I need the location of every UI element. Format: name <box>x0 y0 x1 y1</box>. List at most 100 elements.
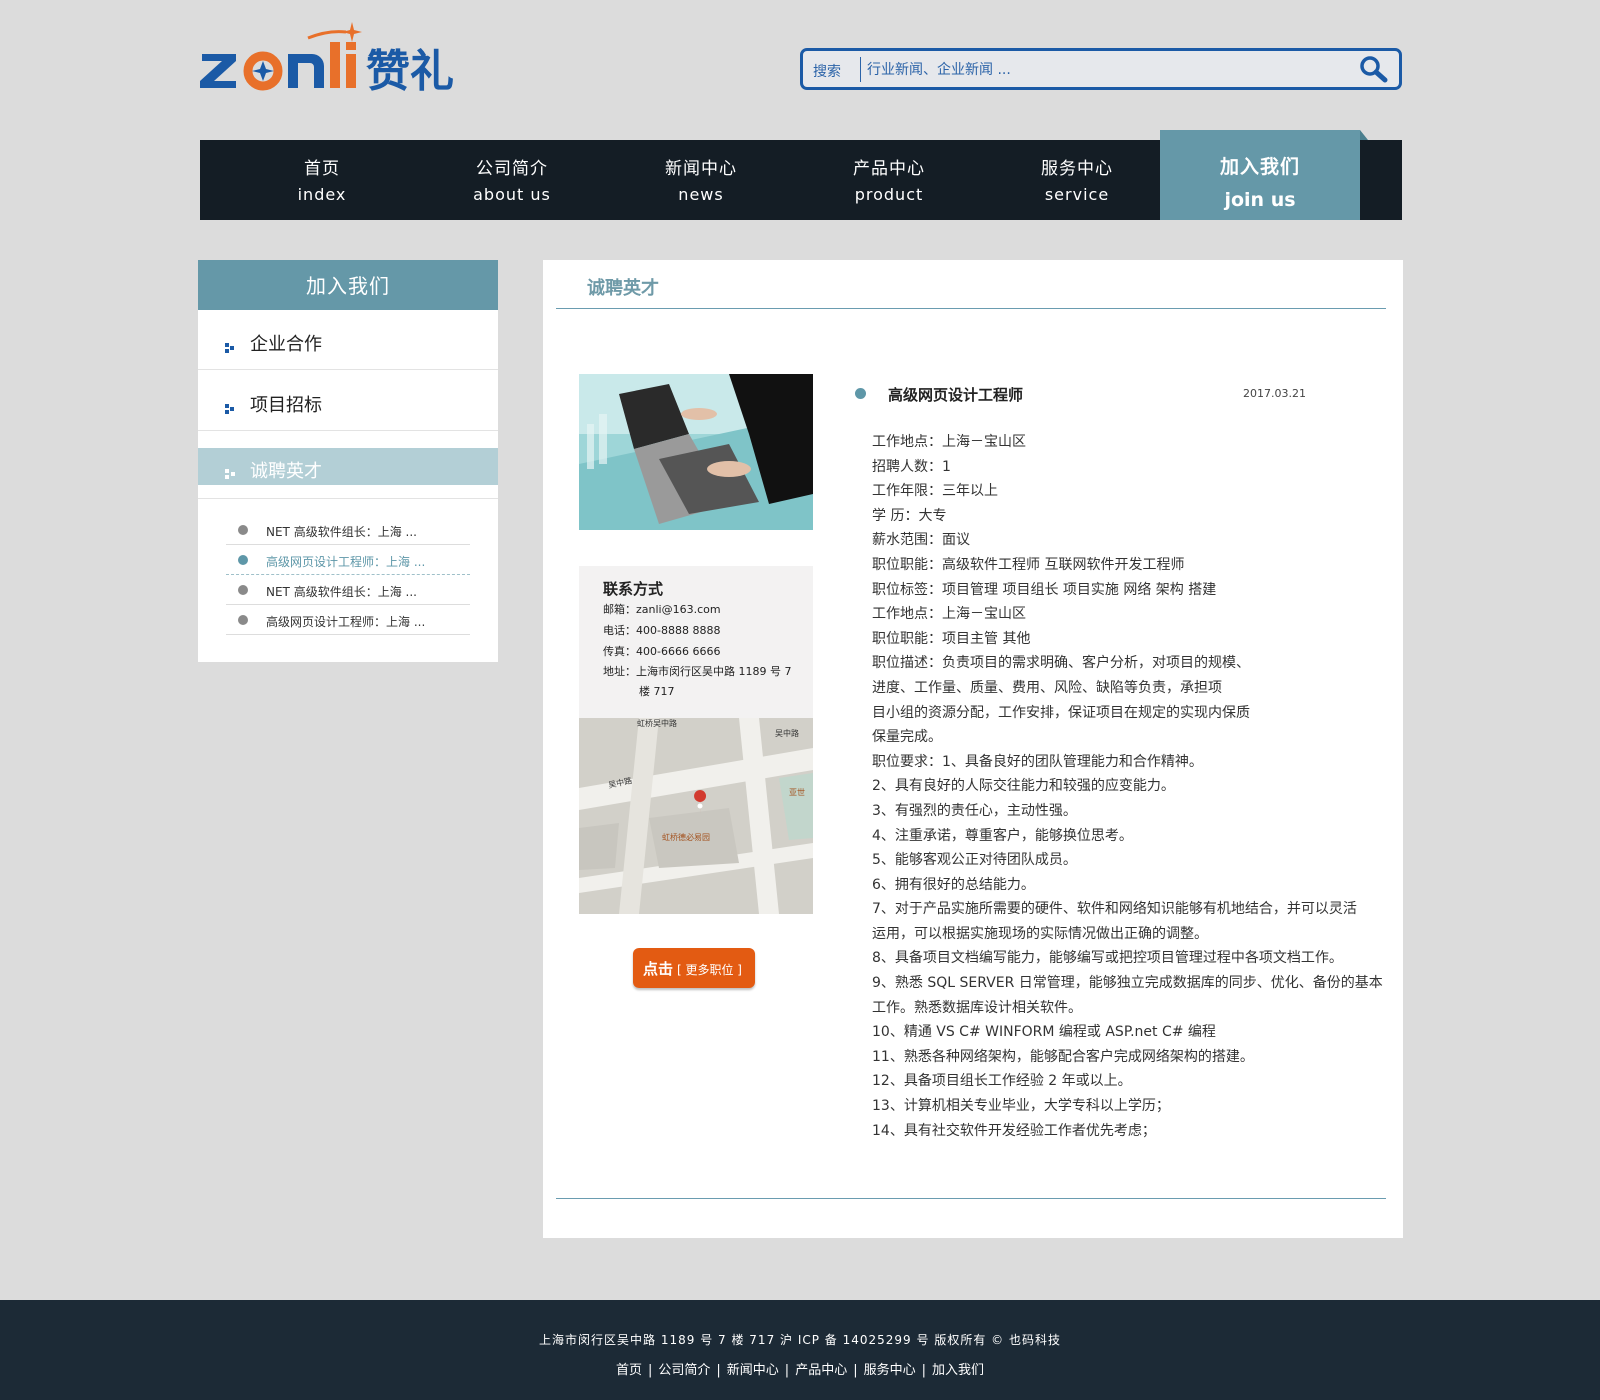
location-map[interactable]: 虹桥吴中路 吴中路 吴中路 虹桥德必易园 亚世 <box>579 718 813 914</box>
job-line: 职位职能：项目主管 其他 <box>872 630 1031 647</box>
nav-label-en: index <box>297 185 347 204</box>
job-line: 职位描述：负责项目的需求明确、客户分析，对项目的规模、 <box>872 655 1250 672</box>
job-line: 保量完成。 <box>872 729 942 746</box>
contact-email: 邮箱：zanli@163.com <box>603 603 721 616</box>
nav-label-en: service <box>1044 185 1110 204</box>
contact-address-line1: 地址：上海市闵行区吴中路 1189 号 7 <box>603 665 792 678</box>
job-list: NET 高级软件组长：上海 ... 高级网页设计工程师：上海 ... NET 高… <box>226 515 470 635</box>
job-line: 工作地点：上海－宝山区 <box>872 606 1026 623</box>
nav-active-corner <box>1360 130 1368 140</box>
job-line: 12、具备项目组长工作经验 2 年或以上。 <box>872 1073 1132 1090</box>
map-label-road-right: 吴中路 <box>775 728 799 738</box>
nav-item-product[interactable]: 产品中心 product <box>794 140 984 220</box>
job-description: 工作地点：上海－宝山区 招聘人数：1 工作年限：三年以上 学 历：大专 薪水范围… <box>872 430 1383 1143</box>
nav-label-cn: 首页 <box>304 159 340 179</box>
dot-icon <box>238 585 248 595</box>
job-line: 14、具有社交软件开发经验工作者优先考虑； <box>872 1122 1156 1139</box>
search-input[interactable] <box>867 57 1337 82</box>
nav-item-join-us[interactable]: 加入我们 join us <box>1160 130 1368 220</box>
job-link: 高级网页设计工程师：上海 ... <box>266 615 426 629</box>
sidebar: 加入我们 企业合作 项目招标 诚聘英才 NET 高级软件组长：上海 ... 高级… <box>198 260 498 662</box>
logo-text-cn: 赞礼 <box>366 46 454 92</box>
search-icon[interactable] <box>1357 54 1391 84</box>
footer-link-service[interactable]: 服务中心 <box>858 1363 922 1378</box>
footer-link-index[interactable]: 首页 <box>610 1363 648 1378</box>
nav-label-cn: 加入我们 <box>1219 156 1300 178</box>
job-date: 2017.03.21 <box>1243 387 1306 400</box>
nav-item-index[interactable]: 首页 index <box>227 140 417 220</box>
job-line: 10、精通 VS C# WINFORM 编程或 ASP.net C# 编程 <box>872 1024 1216 1041</box>
sidebar-item-cooperation[interactable]: 企业合作 <box>198 310 498 370</box>
job-line: 9、熟悉 SQL SERVER 日常管理，能够独立完成数据库的同步、优化、备份的… <box>872 975 1383 992</box>
sidebar-item-tender[interactable]: 项目招标 <box>198 371 498 431</box>
job-link: NET 高级软件组长：上海 ... <box>266 525 417 539</box>
list-item[interactable]: NET 高级软件组长：上海 ... <box>226 575 470 605</box>
sidebar-item-label: 诚聘英才 <box>250 461 322 482</box>
bullet-icon <box>225 338 235 353</box>
nav-label-cn: 服务中心 <box>1041 159 1113 179</box>
job-line: 6、拥有很好的总结能力。 <box>872 876 1035 893</box>
contact-title: 联系方式 <box>603 580 664 598</box>
page-title: 诚聘英才 <box>587 278 659 299</box>
dot-icon <box>238 615 248 625</box>
search-label: 搜索 <box>813 64 841 80</box>
job-title: 高级网页设计工程师 <box>888 386 1024 404</box>
contact-address: 地址：上海市闵行区吴中路 1189 号 7 楼 717 <box>603 662 803 702</box>
footer-link-about[interactable]: 公司简介 <box>652 1363 716 1378</box>
search-box: 搜索 <box>800 48 1402 90</box>
job-line: 目小组的资源分配，工作安排，保证项目在规定的实现内保质 <box>872 704 1250 721</box>
contact-fax: 传真：400-6666 6666 <box>603 645 721 658</box>
nav-label-en: product <box>854 185 924 204</box>
job-line: 运用，可以根据实施现场的实际情况做出正确的调整。 <box>872 925 1208 942</box>
job-line: 职位要求：1、具备良好的团队管理能力和合作精神。 <box>872 753 1203 770</box>
main-panel: 诚聘英才 联系方式 邮箱：zanli@163.com 电话：400-8888 8… <box>543 260 1403 1238</box>
footer-links: 首页 | 公司简介 | 新闻中心 | 产品中心 | 服务中心 | 加入我们 <box>0 1359 1600 1378</box>
job-line: 7、对于产品实施所需要的硬件、软件和网络知识能够有机地结合，并可以灵活 <box>872 901 1357 918</box>
divider <box>198 498 498 499</box>
nav-item-about[interactable]: 公司简介 about us <box>417 140 607 220</box>
list-item[interactable]: 高级网页设计工程师：上海 ... <box>226 605 470 635</box>
separator: | <box>853 1363 858 1378</box>
more-jobs-sub: [ 更多职位 ] <box>677 963 742 977</box>
job-line: 进度、工作量、质量、费用、风险、缺陷等负责，承担项 <box>872 679 1222 696</box>
more-jobs-button[interactable]: 点击 [ 更多职位 ] <box>633 948 755 988</box>
main-nav: 首页 index 公司简介 about us 新闻中心 news 产品中心 pr… <box>200 130 1402 220</box>
map-label-road-top: 虹桥吴中路 <box>637 718 677 728</box>
footer-link-news[interactable]: 新闻中心 <box>721 1363 785 1378</box>
job-line: 学 历：大专 <box>872 507 947 524</box>
bullet-icon <box>225 399 235 414</box>
job-line: 4、注重承诺，尊重客户，能够换位思考。 <box>872 827 1133 844</box>
nav-item-service[interactable]: 服务中心 service <box>982 140 1172 220</box>
nav-label-en: join us <box>1224 189 1296 211</box>
job-line: 工作年限：三年以上 <box>872 483 998 500</box>
footer-link-product[interactable]: 产品中心 <box>789 1363 853 1378</box>
contact-card: 联系方式 邮箱：zanli@163.com 电话：400-8888 8888 传… <box>579 566 813 718</box>
list-item-active[interactable]: 高级网页设计工程师：上海 ... <box>226 545 470 575</box>
divider <box>556 308 1386 309</box>
job-line: 工作地点：上海－宝山区 <box>872 434 1026 450</box>
site-logo[interactable]: 赞礼 <box>200 20 490 97</box>
sidebar-title: 加入我们 <box>198 260 498 310</box>
list-item[interactable]: NET 高级软件组长：上海 ... <box>226 515 470 545</box>
divider <box>556 1198 1386 1199</box>
sidebar-item-recruitment[interactable]: 诚聘英才 <box>198 448 498 485</box>
sidebar-item-label: 项目招标 <box>250 395 322 416</box>
job-line: 5、能够客观公正对待团队成员。 <box>872 852 1077 869</box>
job-line: 招聘人数：1 <box>872 458 951 475</box>
nav-item-news[interactable]: 新闻中心 news <box>606 140 796 220</box>
footer: 上海市闵行区吴中路 1189 号 7 楼 717 沪 ICP 备 1402529… <box>0 1300 1600 1400</box>
more-jobs-main: 点击 <box>643 960 674 978</box>
nav-label-en: news <box>678 185 724 204</box>
job-link: 高级网页设计工程师：上海 ... <box>266 555 426 569</box>
dot-icon <box>238 555 248 565</box>
job-line: 职位职能：高级软件工程师 互联网软件开发工程师 <box>872 556 1185 573</box>
footer-address: 上海市闵行区吴中路 1189 号 7 楼 717 沪 ICP 备 1402529… <box>539 1333 1061 1347</box>
job-line: 3、有强烈的责任心，主动性强。 <box>872 802 1077 819</box>
nav-label-en: about us <box>473 185 551 204</box>
map-label-place: 虹桥德必易园 <box>662 832 710 842</box>
map-label-right: 亚世 <box>789 787 805 797</box>
footer-link-join[interactable]: 加入我们 <box>926 1363 990 1378</box>
dot-icon <box>855 388 866 399</box>
job-line: 2、具有良好的人际交往能力和较强的应变能力。 <box>872 778 1175 795</box>
nav-label-cn: 产品中心 <box>853 159 925 179</box>
